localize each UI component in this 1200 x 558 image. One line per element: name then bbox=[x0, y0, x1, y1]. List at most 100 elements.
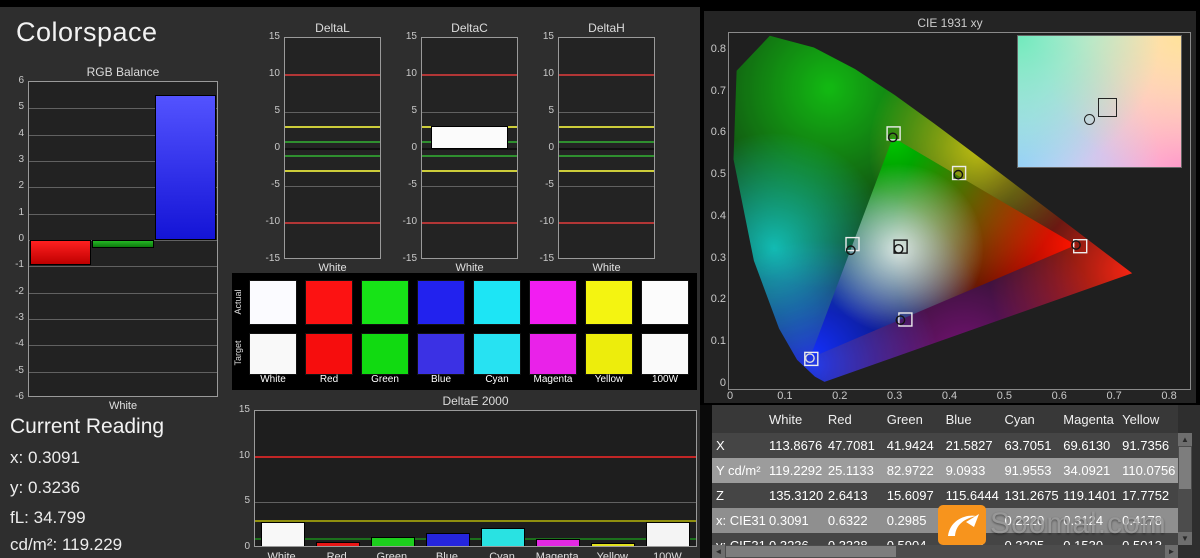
chart-title: RGB Balance bbox=[28, 65, 218, 79]
y-tick-label: 0 bbox=[232, 541, 250, 552]
column-header-green: Green bbox=[884, 412, 943, 427]
cie-y-tick: 0.3 bbox=[705, 252, 726, 264]
current-reading-heading: Current Reading bbox=[10, 415, 164, 439]
actual-swatch-green bbox=[361, 280, 409, 325]
table-cell: 47.7081 bbox=[825, 438, 884, 453]
swatch-column-label: Yellow bbox=[581, 374, 637, 385]
y-tick-label: 10 bbox=[232, 450, 250, 461]
cie-y-tick: 0.2 bbox=[705, 293, 726, 305]
table-grid: WhiteRedGreenBlueCyanMagentaYellowX113.8… bbox=[712, 405, 1178, 558]
bar bbox=[426, 533, 470, 547]
gridline bbox=[422, 112, 517, 113]
swatch-column-label: White bbox=[245, 374, 301, 385]
cie-x-tick: 0.6 bbox=[1047, 390, 1071, 402]
bar bbox=[431, 126, 509, 149]
gridline bbox=[29, 319, 217, 320]
reference-line bbox=[255, 520, 696, 522]
reference-line bbox=[422, 155, 517, 157]
reference-line bbox=[559, 74, 654, 76]
cie-x-tick: 0.5 bbox=[992, 390, 1016, 402]
reference-line bbox=[422, 222, 517, 224]
vertical-scroll-thumb[interactable] bbox=[1179, 447, 1191, 489]
gridline bbox=[29, 372, 217, 373]
cie-x-tick: 0.8 bbox=[1157, 390, 1181, 402]
scroll-down-icon[interactable]: ▼ bbox=[1178, 532, 1192, 545]
cie-y-tick: 0.8 bbox=[705, 43, 726, 55]
target-swatch-100w bbox=[641, 333, 689, 375]
y-tick-label: 0 bbox=[395, 142, 417, 153]
y-tick-label: 5 bbox=[232, 495, 250, 506]
table-row[interactable]: x: CIE310.30910.63220.29850.14750.22200.… bbox=[712, 508, 1178, 533]
cie-y-tick: 0.5 bbox=[705, 168, 726, 180]
cie-x-tick: 0.3 bbox=[883, 390, 907, 402]
cie-x-tick: 0.4 bbox=[938, 390, 962, 402]
y-tick-label: -1 bbox=[8, 259, 24, 270]
bar bbox=[92, 240, 153, 248]
swatch-column-label: Cyan bbox=[469, 374, 525, 385]
category-label: Cyan bbox=[475, 551, 530, 558]
gridline bbox=[285, 112, 380, 113]
target-swatch-yellow bbox=[585, 333, 633, 375]
y-tick-label: 15 bbox=[532, 31, 554, 42]
y-tick-label: 15 bbox=[232, 404, 250, 415]
bar bbox=[261, 522, 305, 548]
scroll-left-icon[interactable]: ◄ bbox=[712, 545, 725, 558]
category-label: 100W bbox=[640, 551, 695, 558]
table-cell: 91.7356 bbox=[1119, 438, 1178, 453]
target-swatch-red bbox=[305, 333, 353, 375]
table-header-row: WhiteRedGreenBlueCyanMagentaYellow bbox=[712, 405, 1178, 433]
table-cell: 119.1401 bbox=[1060, 488, 1119, 503]
cie-y-tick: 0 bbox=[705, 377, 726, 389]
column-header-magenta: Magenta bbox=[1060, 412, 1119, 427]
gridline bbox=[559, 186, 654, 187]
cie-y-tick: 0.7 bbox=[705, 85, 726, 97]
gridline bbox=[559, 112, 654, 113]
chart-title: DeltaE 2000 bbox=[254, 394, 697, 408]
column-header-blue: Blue bbox=[943, 412, 1002, 427]
colorimeter-app-window: Colorspace RGB Balance6543210-1-2-3-4-5-… bbox=[0, 0, 1200, 558]
page-title: Colorspace bbox=[16, 17, 158, 48]
bar bbox=[591, 543, 635, 547]
cie-x-tick: 0.1 bbox=[773, 390, 797, 402]
table-cell: 69.6130 bbox=[1060, 438, 1119, 453]
bar bbox=[646, 522, 690, 548]
cie-y-tick: 0.6 bbox=[705, 126, 726, 138]
table-cell: 91.9553 bbox=[1001, 463, 1060, 478]
horizontal-scroll-thumb[interactable] bbox=[726, 546, 896, 557]
current-reading-cdm2: cd/m²: 119.229 bbox=[10, 535, 122, 555]
table-row[interactable]: Z135.31202.641315.6097115.6444131.267511… bbox=[712, 483, 1178, 508]
actual-swatch-blue bbox=[417, 280, 465, 325]
y-tick-label: -15 bbox=[532, 253, 554, 264]
plot-area bbox=[28, 81, 218, 397]
scroll-right-icon[interactable]: ► bbox=[1165, 545, 1178, 558]
delta-c-chart: DeltaC151050-5-10-15White bbox=[393, 19, 525, 281]
y-tick-label: 5 bbox=[532, 105, 554, 116]
y-tick-label: 15 bbox=[395, 31, 417, 42]
y-tick-label: 0 bbox=[532, 142, 554, 153]
target-swatch-cyan bbox=[473, 333, 521, 375]
reference-line bbox=[559, 222, 654, 224]
plot-area bbox=[254, 410, 697, 547]
y-tick-label: -3 bbox=[8, 312, 24, 323]
y-tick-label: -10 bbox=[395, 216, 417, 227]
swatch-column-label: Green bbox=[357, 374, 413, 385]
table-cell: 0.1475 bbox=[943, 513, 1002, 528]
plot-area bbox=[421, 37, 518, 259]
gridline bbox=[285, 148, 380, 150]
table-cell: 41.9424 bbox=[884, 438, 943, 453]
table-row[interactable]: X113.867647.708141.942421.582763.705169.… bbox=[712, 433, 1178, 458]
category-label: Blue bbox=[419, 551, 474, 558]
bar bbox=[30, 240, 91, 265]
reference-line bbox=[285, 126, 380, 128]
table-cell: 0.6322 bbox=[825, 513, 884, 528]
table-row[interactable]: Y cd/m²119.229225.113382.97229.093391.95… bbox=[712, 458, 1178, 483]
category-label: Red bbox=[309, 551, 364, 558]
measurement-table: WhiteRedGreenBlueCyanMagentaYellowX113.8… bbox=[700, 405, 1200, 558]
plot-area bbox=[558, 37, 655, 259]
vertical-scrollbar[interactable]: ▲ ▼ bbox=[1178, 433, 1192, 545]
horizontal-scrollbar[interactable]: ◄ ► bbox=[712, 545, 1178, 558]
color-swatch-panel: ActualTargetWhiteRedGreenBlueCyanMagenta… bbox=[232, 273, 697, 390]
scroll-up-icon[interactable]: ▲ bbox=[1178, 433, 1192, 446]
table-cell: 0.3091 bbox=[766, 513, 825, 528]
y-tick-label: 2 bbox=[8, 180, 24, 191]
